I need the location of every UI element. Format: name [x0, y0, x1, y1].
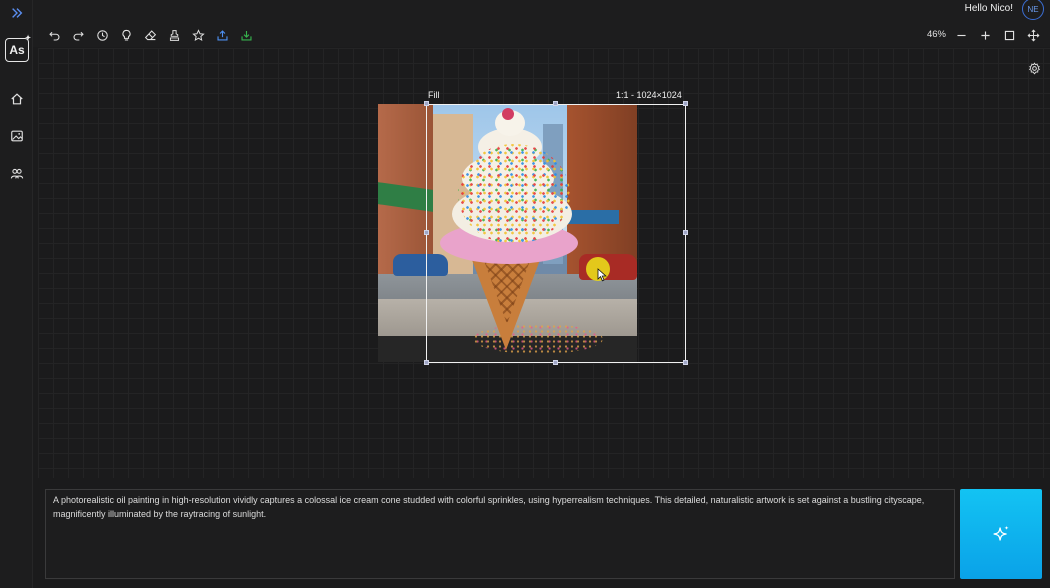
community-icon: [10, 168, 23, 179]
selection-size-label: 1:1 - 1024×1024: [616, 90, 682, 100]
history-button[interactable]: [93, 26, 111, 44]
redo-button[interactable]: [69, 26, 87, 44]
generate-button[interactable]: [960, 489, 1042, 579]
sidebar-item-home[interactable]: [6, 88, 27, 109]
undo-button[interactable]: [45, 26, 63, 44]
download-button[interactable]: [237, 26, 255, 44]
eraser-icon: [144, 29, 156, 40]
chevrons-right-icon: [11, 7, 22, 18]
zoom-level: 46%: [926, 29, 946, 40]
download-icon: [240, 30, 252, 41]
logo-text: As: [9, 43, 25, 57]
top-bar: Hello Nico! NE: [33, 0, 1050, 47]
pan-button[interactable]: [1024, 26, 1042, 44]
resize-handle-top[interactable]: [553, 101, 558, 106]
sidebar-item-gallery[interactable]: [6, 125, 27, 146]
plus-icon: [980, 30, 990, 40]
resize-handle-left[interactable]: [424, 230, 429, 235]
home-icon: [10, 92, 23, 104]
sparkle-icon: [993, 525, 1009, 541]
gear-icon: [1028, 61, 1040, 74]
favorite-button[interactable]: [189, 26, 207, 44]
user-avatar[interactable]: NE: [1022, 0, 1044, 20]
star-icon: [191, 28, 205, 41]
ideas-button[interactable]: [117, 26, 135, 44]
resize-handle-top-left[interactable]: [424, 101, 429, 106]
selection-frame[interactable]: [426, 104, 686, 363]
lightbulb-icon: [121, 29, 131, 40]
move-arrows-icon: [1027, 29, 1039, 41]
minus-icon: [956, 34, 966, 36]
sidebar: As ✦: [0, 0, 33, 588]
avatar-initials: NE: [1027, 4, 1039, 14]
expand-sidebar-button[interactable]: [6, 2, 27, 23]
resize-handle-bottom-right[interactable]: [683, 360, 688, 365]
zoom-in-button[interactable]: [976, 26, 994, 44]
resize-handle-right[interactable]: [683, 230, 688, 235]
stamp-button[interactable]: [165, 26, 183, 44]
canvas-settings-button[interactable]: [1026, 60, 1042, 76]
zoom-out-button[interactable]: [952, 26, 970, 44]
resize-handle-bottom[interactable]: [553, 360, 558, 365]
eraser-button[interactable]: [141, 26, 159, 44]
stamp-icon: [169, 29, 179, 41]
fit-screen-button[interactable]: [1000, 26, 1018, 44]
resize-handle-top-right[interactable]: [683, 101, 688, 106]
undo-icon: [48, 31, 59, 40]
upload-button[interactable]: [213, 26, 231, 44]
history-icon: [96, 29, 108, 41]
redo-icon: [73, 31, 84, 40]
app-logo[interactable]: As ✦: [5, 35, 31, 62]
greeting-text: Hello Nico!: [964, 3, 1013, 14]
selection-mode-label[interactable]: Fill: [428, 90, 440, 100]
resize-handle-bottom-left[interactable]: [424, 360, 429, 365]
upload-icon: [216, 29, 228, 41]
image-icon: [10, 130, 23, 141]
mouse-pointer-icon: [597, 268, 607, 282]
square-frame-icon: [1004, 30, 1014, 40]
sparkle-icon: ✦: [25, 35, 31, 42]
sidebar-item-community[interactable]: [6, 163, 27, 184]
prompt-input[interactable]: A photorealistic oil painting in high-re…: [45, 489, 955, 579]
